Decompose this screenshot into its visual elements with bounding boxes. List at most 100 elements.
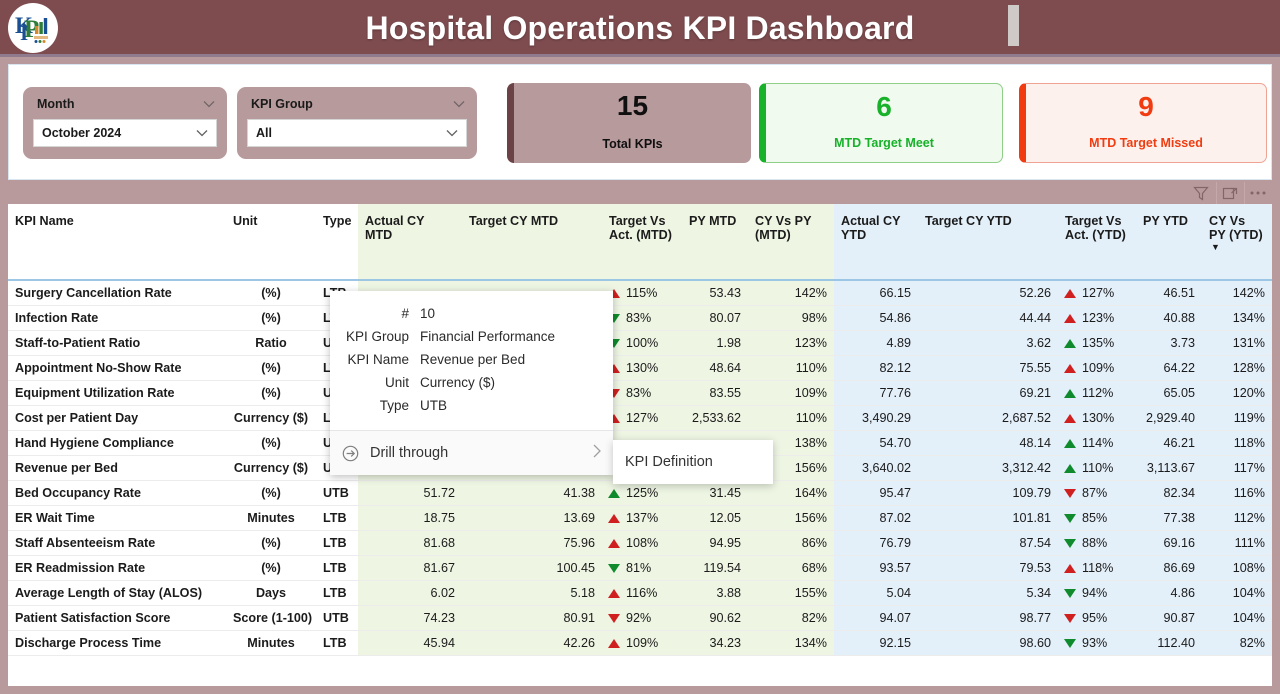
kpi-definition-menu-item[interactable]: KPI Definition <box>625 454 713 470</box>
table-row[interactable]: Appointment No-Show Rate(%)LTB130%48.641… <box>8 355 1272 381</box>
cell-cy-vs-py-mtd: 98% <box>748 305 834 331</box>
cell-cy-vs-py-ytd: 120% <box>1202 380 1272 406</box>
table-row[interactable]: Infection Rate(%)LTB83%80.0798%54.8644.4… <box>8 305 1272 331</box>
context-menu[interactable]: #10 KPI Group Financial Performance KPI Nam… <box>330 291 613 475</box>
col-py-mtd[interactable]: PY MTD <box>682 204 748 281</box>
drill-through-submenu[interactable]: KPI Definition <box>613 440 773 484</box>
context-menu-field: Type UTB <box>336 397 603 414</box>
month-slicer[interactable]: Month October 2024 <box>23 87 227 159</box>
cell-target-vs-act-ytd-value: 123% <box>1082 311 1115 325</box>
cell-target-vs-act-ytd-value: 110% <box>1082 461 1114 475</box>
cell-py-ytd: 4.86 <box>1136 580 1202 606</box>
mtd-target-meet-card[interactable]: 6 MTD Target Meet <box>759 83 1003 163</box>
cell-type: LTB <box>316 555 358 581</box>
cell-py-ytd: 86.69 <box>1136 555 1202 581</box>
trend-up-icon <box>1064 314 1076 323</box>
cell-cy-vs-py-mtd: 123% <box>748 330 834 356</box>
context-menu-field-value: Currency ($) <box>420 375 496 390</box>
total-kpis-card[interactable]: 15 Total KPIs <box>507 83 751 163</box>
table-row[interactable]: Average Length of Stay (ALOS) Days LTB 6.02… <box>8 580 1272 606</box>
cell-target-vs-act-ytd: 123% <box>1058 305 1136 331</box>
filter-icon[interactable] <box>1188 182 1214 204</box>
cell-cy-vs-py-mtd: 142% <box>748 280 834 306</box>
table-row[interactable]: ER Wait Time Minutes LTB 18.75 13.69 137% 12.0… <box>8 505 1272 531</box>
cell-target-cy-ytd: 44.44 <box>918 305 1058 331</box>
table-row[interactable]: Patient Satisfaction Score Score (1-100) U… <box>8 605 1272 631</box>
cell-target-vs-act-mtd: 83% <box>602 305 682 331</box>
col-target-cy-mtd[interactable]: Target CY MTD <box>462 204 602 281</box>
cell-actual-cy-ytd: 93.57 <box>834 555 918 581</box>
month-dropdown[interactable]: October 2024 <box>33 119 217 147</box>
mtd-target-missed-card[interactable]: 9 MTD Target Missed <box>1019 83 1267 163</box>
trend-up-icon <box>1064 439 1076 448</box>
table-row[interactable]: Equipment Utilization Rate(%)UTB83%83.55… <box>8 380 1272 406</box>
cell-type: LTB <box>316 580 358 606</box>
cell-cy-vs-py-ytd: 142% <box>1202 280 1272 306</box>
col-target-cy-ytd[interactable]: Target CY YTD <box>918 204 1058 281</box>
cell-target-vs-act-ytd: 135% <box>1058 330 1136 356</box>
cell-cy-vs-py-mtd: 134% <box>748 630 834 656</box>
cell-py-mtd: 34.23 <box>682 630 748 656</box>
col-type[interactable]: Type <box>316 204 358 281</box>
col-target-vs-act-ytd[interactable]: Target Vs Act. (YTD) <box>1058 204 1136 281</box>
context-menu-field-value: UTB <box>420 398 447 413</box>
cell-cy-vs-py-ytd: 112% <box>1202 505 1272 531</box>
cell-cy-vs-py-mtd: 110% <box>748 405 834 431</box>
trend-up-icon <box>608 639 620 648</box>
cell-target-vs-act-ytd-value: 95% <box>1082 611 1108 625</box>
cell-py-ytd: 69.16 <box>1136 530 1202 556</box>
col-unit[interactable]: Unit <box>226 204 316 281</box>
cell-target-vs-act-mtd-value: 81% <box>626 561 652 575</box>
table-row[interactable]: Staff Absenteeism Rate (%) LTB 81.68 75.96 10… <box>8 530 1272 556</box>
col-cy-vs-py-ytd[interactable]: CY Vs PY (YTD) ▼ <box>1202 204 1272 281</box>
table-row[interactable]: Staff-to-Patient RatioRatioUTB100%1.9812… <box>8 330 1272 356</box>
context-menu-field: KPI Group Financial Performance <box>336 328 603 345</box>
cell-actual-cy-ytd: 82.12 <box>834 355 918 381</box>
col-py-ytd[interactable]: PY YTD <box>1136 204 1202 281</box>
month-selected-value: October 2024 <box>42 126 122 140</box>
col-target-vs-act-mtd[interactable]: Target Vs Act. (MTD) <box>602 204 682 281</box>
cell-cy-vs-py-ytd: 82% <box>1202 630 1272 656</box>
col-cy-vs-py-mtd[interactable]: CY Vs PY (MTD) <box>748 204 834 281</box>
col-actual-cy-ytd[interactable]: Actual CY YTD <box>834 204 918 281</box>
kpi-group-slicer[interactable]: KPI Group All <box>237 87 477 159</box>
cell-actual-cy-ytd: 5.04 <box>834 580 918 606</box>
col-actual-cy-mtd[interactable]: Actual CY MTD <box>358 204 462 281</box>
trend-down-icon <box>1064 539 1076 548</box>
table-row[interactable]: Surgery Cancellation Rate(%)LTB115%53.43… <box>8 280 1272 306</box>
cell-target-cy-ytd: 98.77 <box>918 605 1058 631</box>
cell-cy-vs-py-ytd: 118% <box>1202 430 1272 456</box>
filter-panel: Month October 2024 KPI Group All 15 Tota… <box>8 64 1272 180</box>
table-row[interactable]: Cost per Patient DayCurrency ($)LTB127%2… <box>8 405 1272 431</box>
chevron-down-icon <box>196 126 208 140</box>
cell-actual-cy-ytd: 76.79 <box>834 530 918 556</box>
context-menu-field-value: 10 <box>420 306 436 321</box>
cell-actual-cy-ytd: 66.15 <box>834 280 918 306</box>
cell-py-mtd: 83.55 <box>682 380 748 406</box>
more-options-icon[interactable] <box>1244 182 1270 204</box>
drill-through-menu-item[interactable]: Drill through <box>330 431 613 475</box>
cell-py-mtd: 1.98 <box>682 330 748 356</box>
chevron-down-icon[interactable] <box>453 100 465 108</box>
title-marker <box>1008 5 1019 46</box>
cell-target-cy-mtd: 5.18 <box>462 580 602 606</box>
cell-target-vs-act-ytd-value: 87% <box>1082 486 1108 500</box>
cell-actual-cy-mtd: 45.94 <box>358 630 462 656</box>
cell-target-cy-mtd: 75.96 <box>462 530 602 556</box>
table-row[interactable]: Bed Occupancy Rate (%) UTB 51.72 41.38 125% 31… <box>8 480 1272 506</box>
cell-target-vs-act-mtd-value: 83% <box>626 311 652 325</box>
cell-py-mtd: 53.43 <box>682 280 748 306</box>
cell-target-vs-act-mtd-value: 127% <box>626 411 659 425</box>
cell-cy-vs-py-mtd: 110% <box>748 355 834 381</box>
table-row[interactable]: Discharge Process Time Minutes LTB 45.94 42.… <box>8 630 1272 656</box>
table-row[interactable]: ER Readmission Rate (%) LTB 81.67 100.45 81% 1… <box>8 555 1272 581</box>
drill-through-icon <box>342 445 366 462</box>
mtd-target-meet-value: 6 <box>876 91 892 122</box>
kpi-group-dropdown[interactable]: All <box>247 119 467 147</box>
focus-mode-icon[interactable] <box>1216 182 1242 204</box>
col-kpi-name[interactable]: KPI Name <box>8 204 226 281</box>
chevron-down-icon[interactable] <box>203 100 215 108</box>
cell-py-mtd: 31.45 <box>682 480 748 506</box>
cell-target-vs-act-mtd: 125% <box>602 480 682 506</box>
cell-target-vs-act-mtd: 115% <box>602 280 682 306</box>
